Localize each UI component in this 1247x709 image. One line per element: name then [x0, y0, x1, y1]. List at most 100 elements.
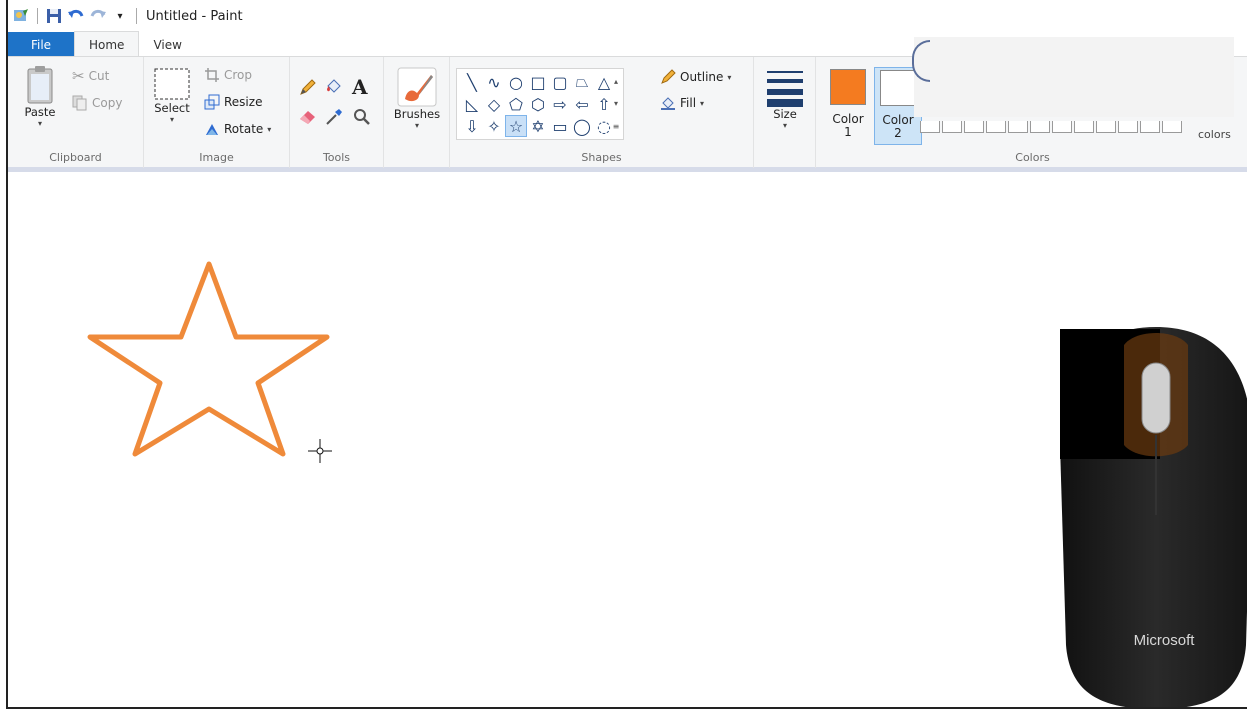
rotate-button[interactable]: Rotate ▾	[204, 121, 271, 137]
copy-label: Copy	[92, 96, 123, 110]
copy-icon	[72, 95, 87, 111]
six-point-star-shape-icon[interactable]: ✡	[527, 115, 549, 137]
color1-button[interactable]: Color 1	[824, 67, 872, 145]
color2-number: 2	[894, 126, 902, 140]
shapes-scroll-down-icon[interactable]: ▾	[614, 99, 618, 108]
color-picker-button[interactable]	[324, 107, 344, 127]
fill-icon	[661, 97, 675, 110]
fill-bucket-button[interactable]	[324, 77, 344, 97]
tools-group-label: Tools	[322, 151, 351, 164]
fill-label: Fill	[680, 96, 697, 110]
rounded-callout-shape-icon[interactable]: ▭	[549, 115, 571, 137]
paint-app-icon[interactable]	[10, 5, 32, 27]
shapes-group-label: Shapes	[581, 151, 622, 164]
title-separator	[37, 8, 38, 24]
mouse-brand-label: Microsoft	[1134, 632, 1196, 649]
copy-button[interactable]: Copy	[72, 95, 122, 111]
hexagon-shape-icon[interactable]: ⬡	[527, 93, 549, 115]
palette-cell[interactable]	[942, 121, 962, 133]
tab-file[interactable]: File	[8, 32, 74, 57]
pencil-button[interactable]	[298, 77, 318, 97]
tab-view[interactable]: View	[139, 32, 195, 57]
down-arrow-shape-icon[interactable]: ⇩	[461, 115, 483, 137]
left-arrow-shape-icon[interactable]: ⇦	[571, 93, 593, 115]
outline-label: Outline	[680, 70, 724, 84]
undo-icon[interactable]	[65, 5, 87, 27]
brushes-button[interactable]: Brushes ▾	[390, 67, 444, 130]
shapes-expand-icon[interactable]: ≡	[613, 122, 620, 131]
pentagon-shape-icon[interactable]: ⬠	[505, 93, 527, 115]
brushes-icon	[397, 67, 437, 107]
shapes-scroll-up-icon[interactable]: ▴	[614, 77, 618, 86]
oval-shape-icon[interactable]: ○	[505, 71, 527, 93]
rounded-rectangle-shape-icon[interactable]: ▢	[549, 71, 571, 93]
shapes-gallery: ╲ ∿ ○ □ ▢ ⏢ △ ◺ ◇ ⬠ ⬡ ⇨ ⇦ ⇧ ⇩ ✧ ☆ ✡ ▭ ◯ …	[456, 68, 624, 140]
fill-button[interactable]: Fill ▾	[660, 95, 704, 111]
line-shape-icon[interactable]: ╲	[461, 71, 483, 93]
size-button[interactable]: Size ▾	[760, 67, 810, 130]
crop-icon	[205, 68, 219, 82]
mouse-overlay-image: Microsoft	[1060, 327, 1247, 707]
palette-cell[interactable]	[1052, 121, 1072, 133]
obscured-panel	[914, 37, 1234, 117]
eraser-button[interactable]	[298, 107, 318, 127]
brushes-group: Brushes ▾	[384, 57, 450, 168]
palette-cell[interactable]	[1096, 121, 1116, 133]
palette-cell[interactable]	[1030, 121, 1050, 133]
outline-dropdown-icon[interactable]: ▾	[727, 73, 731, 82]
shapes-group: ╲ ∿ ○ □ ▢ ⏢ △ ◺ ◇ ⬠ ⬡ ⇨ ⇦ ⇧ ⇩ ✧ ☆ ✡ ▭ ◯ …	[450, 57, 754, 168]
shapes-grid: ╲ ∿ ○ □ ▢ ⏢ △ ◺ ◇ ⬠ ⬡ ⇨ ⇦ ⇧ ⇩ ✧ ☆ ✡ ▭ ◯ …	[461, 71, 615, 137]
magnifier-icon	[354, 109, 370, 125]
redo-icon[interactable]	[87, 5, 109, 27]
size-dropdown-icon[interactable]: ▾	[783, 121, 787, 130]
clipboard-group: Paste ▾ ✂ Cut Copy Clipboard	[8, 57, 144, 168]
cut-button[interactable]: ✂ Cut	[72, 67, 109, 85]
save-icon[interactable]	[43, 5, 65, 27]
palette-cell[interactable]	[1140, 121, 1160, 133]
four-point-star-shape-icon[interactable]: ✧	[483, 115, 505, 137]
palette-cell[interactable]	[1008, 121, 1028, 133]
resize-button[interactable]: Resize	[204, 94, 262, 110]
rotate-dropdown-icon[interactable]: ▾	[267, 125, 271, 134]
magnifier-button[interactable]	[352, 107, 372, 127]
palette-cell[interactable]	[920, 121, 940, 133]
crosshair-cursor-icon	[308, 439, 332, 463]
right-arrow-shape-icon[interactable]: ⇨	[549, 93, 571, 115]
five-point-star-shape-icon[interactable]: ☆	[505, 115, 527, 137]
cut-icon: ✂	[72, 67, 85, 85]
title-bar: ▾ Untitled - Paint	[8, 0, 1247, 32]
outline-button[interactable]: Outline ▾	[660, 69, 731, 85]
shapes-scroll[interactable]: ▴ ▾ ≡	[610, 70, 622, 138]
diamond-shape-icon[interactable]: ◇	[483, 93, 505, 115]
select-button[interactable]: Select ▾	[150, 67, 194, 124]
paste-button[interactable]: Paste ▾	[18, 65, 62, 128]
text-tool-button[interactable]: A	[352, 75, 368, 99]
crop-button[interactable]: Crop	[204, 67, 252, 83]
rectangle-shape-icon[interactable]: □	[527, 71, 549, 93]
star-shape	[87, 261, 330, 457]
palette-cell[interactable]	[986, 121, 1006, 133]
fill-dropdown-icon[interactable]: ▾	[700, 99, 704, 108]
image-group-label: Image	[199, 151, 234, 164]
rotate-label: Rotate	[224, 122, 264, 136]
edit-colors-label[interactable]: colors	[1198, 128, 1231, 141]
resize-icon	[204, 94, 220, 110]
tab-home[interactable]: Home	[74, 31, 140, 57]
palette-cell[interactable]	[1118, 121, 1138, 133]
color-picker-icon	[326, 109, 342, 125]
drawing-canvas[interactable]: Microsoft	[8, 177, 1247, 707]
oval-callout-shape-icon[interactable]: ◯	[571, 115, 593, 137]
palette-cell[interactable]	[1162, 121, 1182, 133]
paste-dropdown-icon[interactable]: ▾	[38, 119, 42, 128]
polygon-shape-icon[interactable]: ⏢	[571, 71, 593, 93]
select-dropdown-icon[interactable]: ▾	[170, 115, 174, 124]
outline-icon	[661, 69, 676, 84]
right-triangle-shape-icon[interactable]: ◺	[461, 93, 483, 115]
brushes-dropdown-icon[interactable]: ▾	[415, 121, 419, 130]
select-icon	[154, 68, 190, 100]
palette-cell[interactable]	[1074, 121, 1094, 133]
customize-toolbar-icon[interactable]: ▾	[109, 5, 131, 27]
curve-shape-icon[interactable]: ∿	[483, 71, 505, 93]
window-title: Untitled - Paint	[146, 8, 243, 24]
palette-cell[interactable]	[964, 121, 984, 133]
